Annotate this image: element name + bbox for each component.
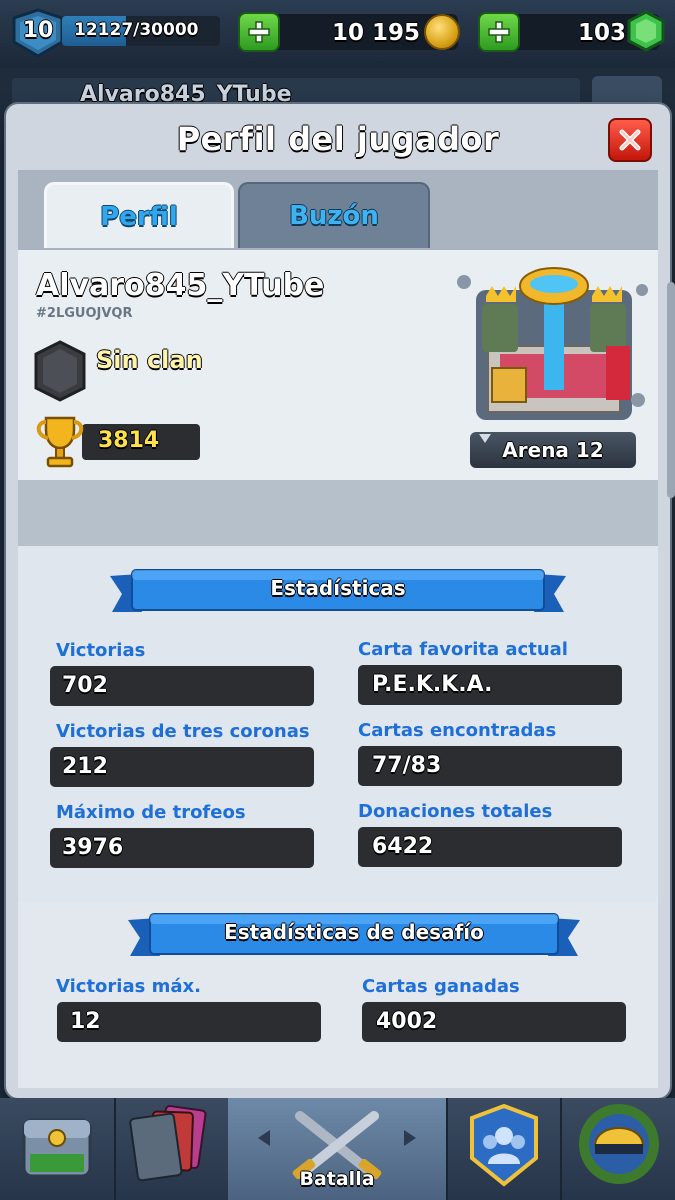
stat-value-wins: 702: [62, 673, 108, 698]
gold-coin-icon: [424, 14, 460, 50]
battle-label: Batalla: [299, 1168, 375, 1190]
gems-amount: 103: [577, 20, 626, 46]
cards-icon: [129, 1105, 207, 1182]
trophy-count: 3814: [98, 428, 160, 453]
stat-value-cards-won: 4002: [376, 1009, 438, 1034]
stat-label-max-wins: Victorias máx.: [56, 976, 201, 997]
close-icon: [619, 129, 641, 151]
stats-title: Estadísticas: [270, 576, 406, 600]
arena-label: Arena 12: [502, 438, 604, 462]
stat-label-cards-found: Cartas encontradas: [358, 720, 557, 741]
profile-summary: Alvaro845_YTube #2LGUOJVQR Sin clan 3814: [18, 250, 658, 480]
nav-tournament[interactable]: [562, 1098, 675, 1200]
shop-icon: [22, 1118, 92, 1178]
trophy-icon: [36, 416, 84, 468]
tab-profile[interactable]: Perfil: [44, 182, 234, 248]
stat-label-three-crown-wins: Victorias de tres coronas: [56, 721, 310, 742]
player-tag: #2LGUOJVQR: [36, 306, 133, 321]
player-profile-modal: Perfil del jugador Perfil Buzón Alvaro84…: [6, 104, 670, 1098]
clan-label: Sin clan: [96, 346, 203, 374]
top-hud: 10 12127/30000 10 195 103: [0, 0, 675, 68]
close-button[interactable]: [608, 118, 652, 162]
level-badge[interactable]: 10: [10, 8, 66, 58]
social-icon: [470, 1103, 538, 1187]
modal-header: Perfil del jugador: [6, 104, 670, 172]
stat-label-cards-won: Cartas ganadas: [362, 976, 520, 997]
scroll-indicator: [667, 282, 675, 498]
nav-social[interactable]: [448, 1098, 560, 1200]
stat-value-favorite-card: P.E.K.K.A.: [372, 672, 493, 697]
gold-amount: 10 195: [331, 20, 420, 46]
modal-title: Perfil del jugador: [176, 120, 500, 158]
nav-shop[interactable]: [0, 1098, 114, 1200]
plus-icon: [248, 21, 270, 43]
add-gold-button[interactable]: [238, 12, 280, 52]
chevron-right-icon: [404, 1130, 416, 1146]
tab-bar: Perfil Buzón: [18, 170, 658, 250]
stat-value-max-wins: 12: [70, 1009, 101, 1034]
player-name: Alvaro845_YTube: [36, 268, 325, 303]
stat-value-total-donations: 6422: [372, 834, 434, 859]
stat-value-cards-found: 77/83: [372, 753, 442, 778]
gem-icon: [627, 10, 665, 52]
clan-badge-icon: [34, 340, 86, 402]
spacer-band: [18, 480, 658, 546]
nav-cards[interactable]: [116, 1098, 228, 1200]
chevron-left-icon: [258, 1130, 270, 1146]
stat-value-max-trophies: 3976: [62, 835, 124, 860]
tournament-icon: [579, 1104, 659, 1184]
xp-text: 12127/30000: [74, 20, 199, 40]
bottom-nav: Batalla: [0, 1098, 675, 1200]
level-number: 10: [22, 18, 54, 43]
plus-icon: [488, 21, 510, 43]
arena-image: [457, 267, 648, 420]
stat-label-max-trophies: Máximo de trofeos: [56, 802, 246, 823]
xp-bar: 12127/30000: [62, 16, 220, 46]
challenge-stats-title: Estadísticas de desafío: [224, 920, 484, 944]
add-gems-button[interactable]: [478, 12, 520, 52]
stat-label-wins: Victorias: [56, 640, 146, 661]
stat-label-favorite-card: Carta favorita actual: [358, 639, 568, 660]
stat-label-total-donations: Donaciones totales: [358, 801, 553, 822]
tab-inbox[interactable]: Buzón: [238, 182, 430, 248]
stat-value-three-crown-wins: 212: [62, 754, 108, 779]
